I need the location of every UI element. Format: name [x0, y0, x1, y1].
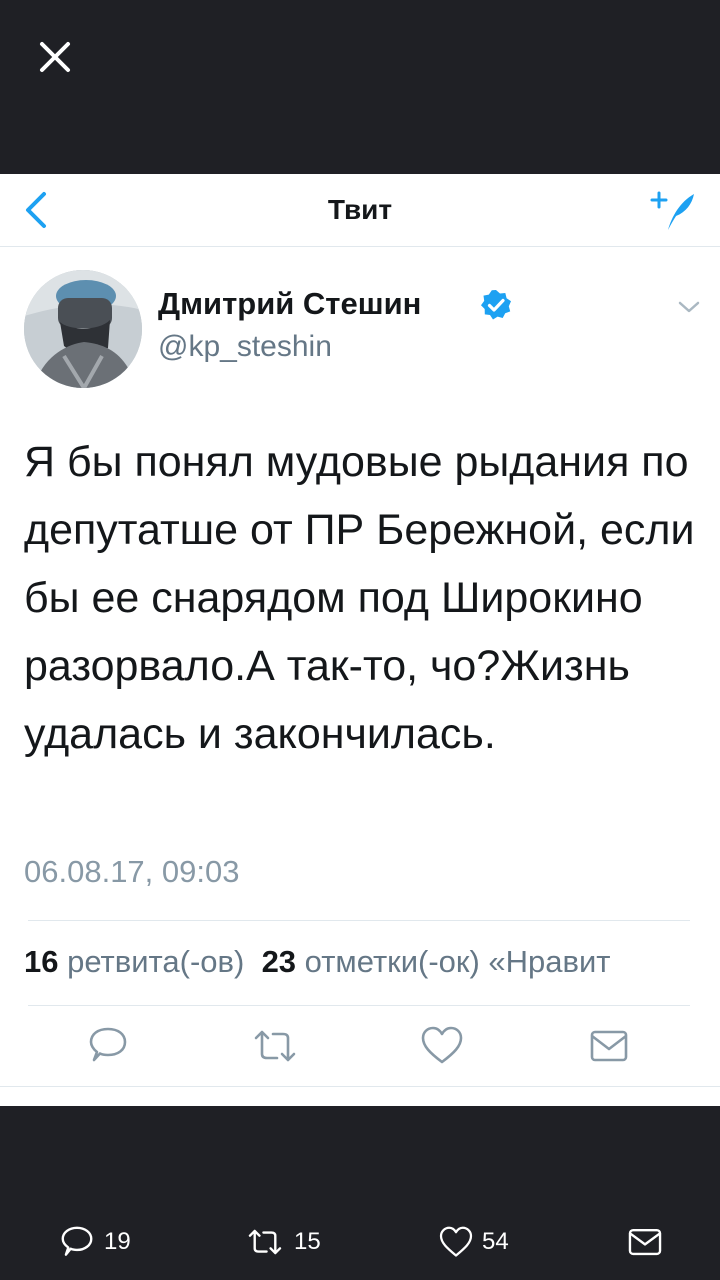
tweet-card: Твит Дмитрий Стешин @kp_steshin Я бы пон…	[0, 174, 720, 1106]
avatar[interactable]	[24, 270, 142, 388]
heart-icon	[439, 1226, 473, 1257]
retweets-stat[interactable]: 16 ретвита(-ов)	[24, 944, 244, 979]
profile-photo-icon	[24, 270, 142, 388]
reply-button[interactable]	[84, 1022, 132, 1070]
verified-badge-icon	[481, 290, 511, 320]
like-button[interactable]	[418, 1022, 466, 1070]
viewer-retweets-count: 15	[294, 1228, 321, 1255]
retweets-label: ретвита(-ов)	[67, 944, 245, 979]
author-handle[interactable]: @kp_steshin	[158, 330, 332, 364]
navigation-bar: Твит	[0, 174, 720, 247]
compose-tweet-button[interactable]	[646, 186, 698, 234]
viewer-reply-button[interactable]: 19	[58, 1220, 131, 1264]
heart-icon	[421, 1026, 463, 1064]
chevron-down-icon	[678, 301, 700, 313]
envelope-icon	[590, 1030, 628, 1062]
divider	[0, 1086, 720, 1087]
retweet-button[interactable]	[251, 1022, 299, 1070]
close-button[interactable]	[34, 36, 76, 78]
reply-icon	[89, 1027, 127, 1062]
page-title: Твит	[327, 194, 393, 225]
envelope-icon	[628, 1228, 662, 1256]
tweet-text: Я бы понял мудовые рыдания по депутатше …	[24, 438, 695, 758]
author-name[interactable]: Дмитрий Стешин	[158, 286, 421, 322]
reply-icon	[61, 1226, 93, 1256]
viewer-like-button[interactable]: 54	[438, 1220, 509, 1264]
viewer-replies-count: 19	[104, 1228, 131, 1255]
tweet-timestamp: 06.08.17, 09:03	[24, 854, 240, 889]
engagement-stats: 16 ретвита(-ов) 23 отметки(-ок) «Нравит	[24, 940, 720, 984]
tweet-options-button[interactable]	[674, 292, 704, 322]
close-icon	[40, 42, 70, 72]
share-button[interactable]	[585, 1022, 633, 1070]
retweet-icon	[248, 1229, 282, 1255]
viewer-top-bar	[0, 0, 720, 174]
viewer-retweet-button[interactable]: 15	[244, 1220, 321, 1264]
compose-tweet-icon	[650, 191, 694, 230]
retweets-count: 16	[24, 944, 59, 979]
likes-count: 23	[261, 944, 297, 979]
divider	[28, 920, 690, 921]
viewer-share-button[interactable]	[626, 1220, 664, 1264]
likes-stat[interactable]: 23 отметки(-ок) «Нравит	[262, 944, 611, 979]
retweet-icon	[254, 1030, 296, 1062]
likes-label: отметки(-ок) «Нравит	[304, 944, 611, 979]
tweet-actions	[0, 1022, 720, 1070]
divider	[28, 1005, 690, 1006]
viewer-likes-count: 54	[482, 1228, 509, 1255]
